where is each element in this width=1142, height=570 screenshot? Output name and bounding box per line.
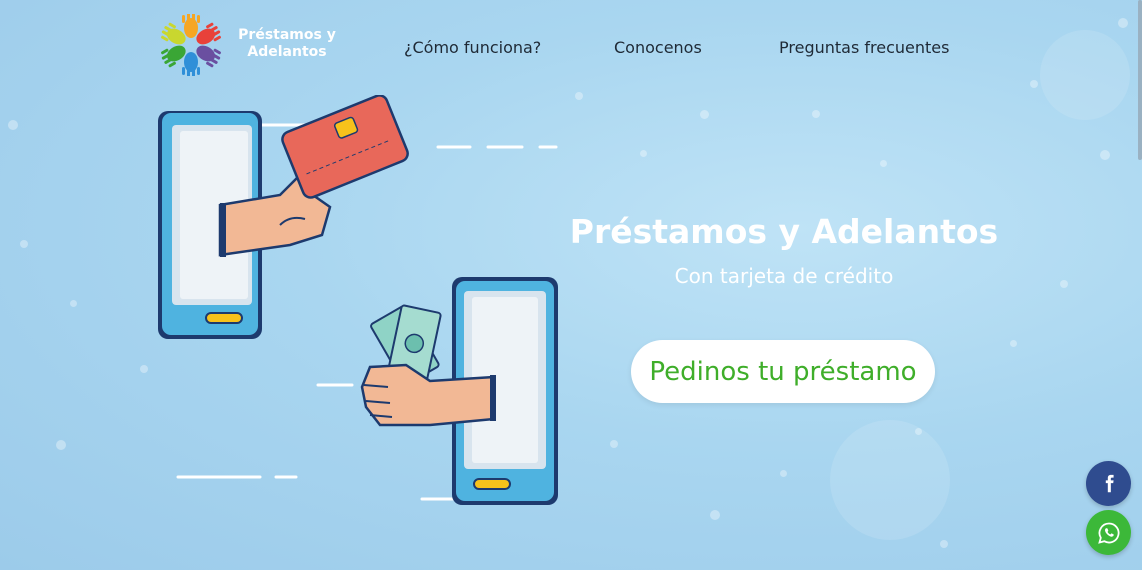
hero-title: Préstamos y Adelantos (569, 212, 999, 251)
whatsapp-button[interactable] (1086, 510, 1131, 555)
nav-link-conocenos[interactable]: Conocenos (614, 38, 702, 57)
facebook-icon (1105, 474, 1114, 492)
hero-illustration (158, 95, 558, 505)
nav-link-preguntas-frecuentes[interactable]: Preguntas frecuentes (779, 38, 949, 57)
scrollbar[interactable] (1138, 0, 1142, 160)
nav-link-como-funciona[interactable]: ¿Cómo funciona? (404, 38, 541, 57)
hero-subtitle: Con tarjeta de crédito (674, 264, 894, 288)
brand-name[interactable]: Préstamos y Adelantos (233, 27, 341, 61)
colorful-hands-logo[interactable] (155, 14, 227, 76)
whatsapp-icon (1097, 522, 1119, 544)
request-loan-button[interactable]: Pedinos tu préstamo (631, 340, 935, 403)
brand-line-1: Préstamos y (238, 27, 336, 43)
navbar: Préstamos y Adelantos ¿Cómo funciona? Co… (0, 0, 1142, 95)
brand-line-2: Adelantos (247, 44, 327, 60)
facebook-button[interactable] (1086, 461, 1131, 506)
